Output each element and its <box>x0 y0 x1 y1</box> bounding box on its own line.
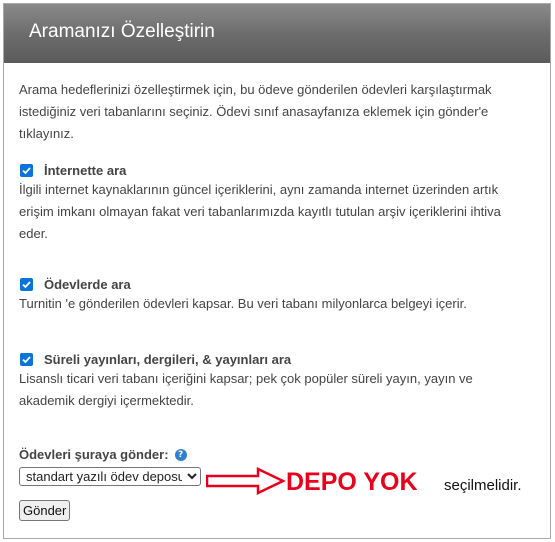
periodicals-option-label[interactable]: Süreli yayınları, dergileri, & yayınları… <box>44 352 291 367</box>
annotation-text: seçilmelidir. <box>444 477 522 494</box>
assignments-checkbox[interactable] <box>20 277 33 291</box>
assignments-option-description: Turnitin 'e gönderilen ödevleri kapsar. … <box>19 296 467 311</box>
repository-select[interactable]: standart yazılı ödev deposu <box>19 467 201 486</box>
question-circle-icon[interactable]: ? <box>174 448 187 461</box>
intro-section: Arama hedeflerinizi özelleştirmek için, … <box>19 79 531 145</box>
periodicals-option-description: Lisanslı ticari veri tabanı içeriğini ka… <box>19 371 473 408</box>
internet-option-label[interactable]: İnternette ara <box>44 163 126 178</box>
annotation-highlight: DEPO YOK <box>286 468 418 496</box>
option-assignments: Ödevlerde ara Turnitin 'e gönderilen öde… <box>19 275 531 315</box>
intro-text: Arama hedeflerinizi özelleştirmek için, … <box>19 82 492 141</box>
checkmark-icon <box>22 280 31 288</box>
send-to-label-row: Ödevleri şuraya gönder: ? <box>19 447 187 462</box>
panel-header: Aramanızı Özelleştirin <box>4 4 550 63</box>
internet-option-description: İlgili internet kaynaklarının güncel içe… <box>19 182 501 241</box>
checkmark-icon <box>22 166 31 174</box>
periodicals-checkbox[interactable] <box>20 352 33 366</box>
send-to-label: Ödevleri şuraya gönder: <box>19 447 169 462</box>
option-internet: İnternette ara İlgili internet kaynaklar… <box>19 161 531 245</box>
red-arrow-icon <box>206 467 286 495</box>
option-periodicals: Süreli yayınları, dergileri, & yayınları… <box>19 350 531 412</box>
submit-button[interactable]: Gönder <box>19 500 71 521</box>
internet-checkbox[interactable] <box>20 163 33 177</box>
assignments-option-label[interactable]: Ödevlerde ara <box>44 277 131 292</box>
checkmark-icon <box>22 355 31 363</box>
page-title: Aramanızı Özelleştirin <box>29 21 215 42</box>
